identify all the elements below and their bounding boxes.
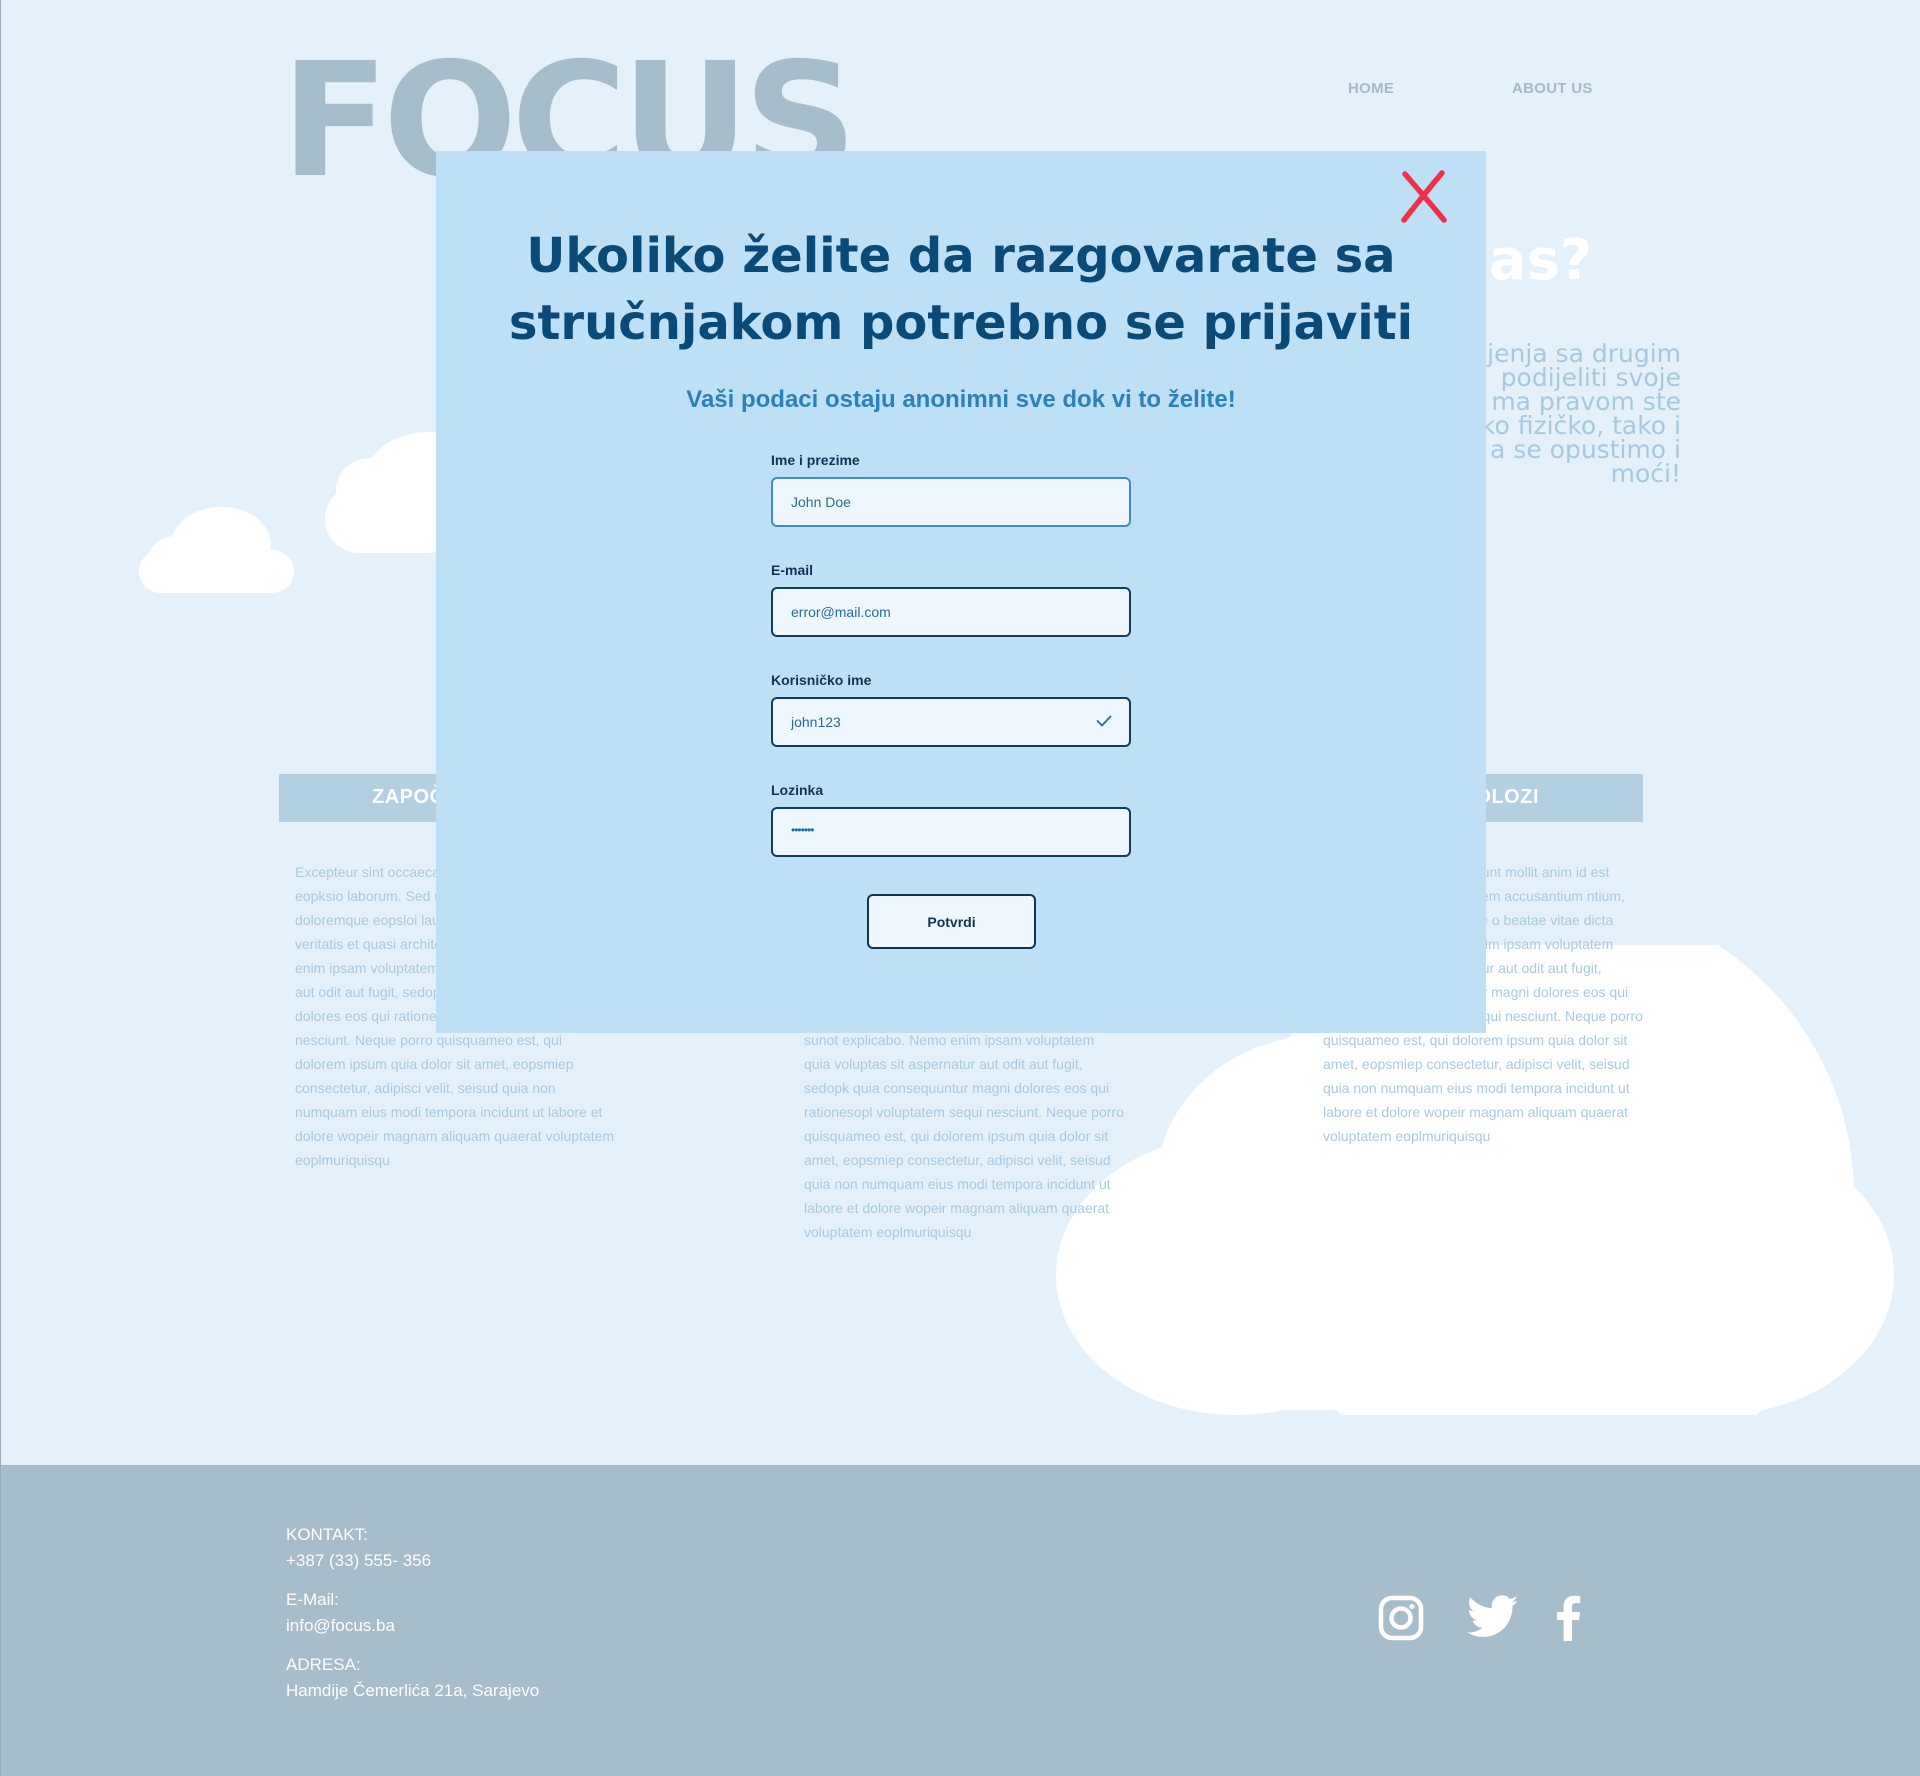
footer: KONTAKT: +387 (33) 555- 356 E-Mail: info… (1, 1465, 1920, 1776)
check-icon (1096, 715, 1112, 727)
username-label: Korisničko ime (771, 672, 872, 688)
twitter-icon[interactable] (1467, 1595, 1519, 1639)
username-field[interactable] (771, 697, 1131, 747)
modal-title-line: stručnjakom potrebno se prijaviti (508, 295, 1414, 351)
modal-title: Ukoliko želite da razgovarate sa stručnj… (436, 223, 1486, 357)
footer-email: E-Mail: info@focus.ba (286, 1587, 395, 1639)
footer-contact-label: KONTAKT: (286, 1525, 368, 1544)
instagram-icon[interactable] (1378, 1595, 1424, 1641)
email-field[interactable] (771, 587, 1131, 637)
email-input[interactable] (773, 589, 1129, 635)
footer-contact: KONTAKT: +387 (33) 555- 356 (286, 1522, 431, 1574)
name-input[interactable] (773, 479, 1129, 525)
close-icon[interactable] (1400, 170, 1448, 224)
password-input[interactable]: ••••••• (791, 823, 814, 837)
password-label: Lozinka (771, 782, 824, 798)
footer-email-link[interactable]: info@focus.ba (286, 1613, 395, 1639)
nav-home-link[interactable]: HOME (1348, 80, 1394, 97)
footer-address: ADRESA: Hamdije Čemerlića 21a, Sarajevo (286, 1652, 539, 1704)
login-modal: Ukoliko želite da razgovarate sa stručnj… (436, 151, 1486, 1033)
password-field[interactable]: ••••••• (771, 807, 1131, 857)
footer-address-label: ADRESA: (286, 1655, 361, 1674)
main-nav: HOME ABOUT US (1, 80, 1920, 100)
modal-title-line: Ukoliko želite da razgovarate sa (526, 228, 1396, 284)
modal-subtitle: Vaši podaci ostaju anonimni sve dok vi t… (686, 386, 1236, 413)
cloud-decoration (139, 507, 294, 593)
email-label: E-mail (771, 562, 814, 578)
facebook-icon[interactable] (1554, 1595, 1582, 1641)
footer-address-value: Hamdije Čemerlića 21a, Sarajevo (286, 1681, 540, 1700)
footer-phone[interactable]: +387 (33) 555- 356 (286, 1548, 431, 1574)
nav-about-link[interactable]: ABOUT US (1512, 80, 1593, 97)
submit-button[interactable]: Potvrdi (867, 894, 1036, 949)
footer-email-label: E-Mail: (286, 1590, 339, 1609)
username-input[interactable] (773, 699, 1129, 745)
name-field[interactable] (771, 477, 1131, 527)
name-label: Ime i prezime (771, 452, 860, 468)
column-text: sunot explicabo. Nemo enim ipsam volupta… (804, 1032, 1124, 1240)
section-bar-label-left: ZAPOČ (372, 786, 445, 808)
